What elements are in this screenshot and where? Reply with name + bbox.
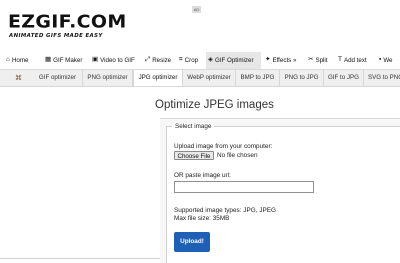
- tab-png-optimizer[interactable]: PNG optimizer: [83, 70, 133, 86]
- logo-text: EZGIF.COM: [8, 12, 127, 33]
- nav-label: GIF Maker: [53, 57, 83, 64]
- supported-types: Supported image types: JPG, JPEG: [174, 207, 276, 214]
- fieldset-legend: Select image: [172, 123, 215, 130]
- tab-gif-optimizer[interactable]: GIF optimizer: [33, 70, 83, 86]
- nav-label: GIF Optimizer: [215, 57, 254, 64]
- tab-bmp-to-jpg[interactable]: BMP to JPG: [236, 70, 280, 86]
- nav-webp[interactable]: ▪ We: [377, 52, 394, 69]
- nav-effects[interactable]: ✦ Effects »: [263, 52, 298, 69]
- webp-icon: ▪: [379, 56, 382, 64]
- image-url-input[interactable]: [174, 181, 314, 193]
- home-icon: ⌂: [6, 56, 10, 64]
- tab-jpg-optimizer[interactable]: JPG optimizer: [133, 70, 183, 86]
- nav-label: We: [383, 57, 393, 64]
- nav-add-text[interactable]: T Add text: [336, 52, 369, 69]
- choose-file-button[interactable]: Choose File: [174, 151, 214, 160]
- nav-label: Add text: [343, 57, 367, 64]
- split-icon: ✂: [308, 56, 314, 64]
- nav-label: Home: [11, 57, 29, 64]
- page-title: Optimize JPEG images: [155, 99, 274, 111]
- nav-resize[interactable]: ⤢ Resize: [143, 52, 173, 69]
- optimizer-home-icon[interactable]: ⌘: [15, 74, 22, 82]
- nav-gif-optimizer[interactable]: ◈ GIF Optimizer: [206, 52, 261, 69]
- divider: [0, 258, 160, 259]
- crop-icon: ⌗: [179, 56, 183, 64]
- video-icon: ▣: [92, 56, 99, 64]
- main-nav: ⌂ Home ▦ GIF Maker ▣ Video to GIF ⤢ Resi…: [0, 52, 400, 70]
- resize-icon: ⤢: [145, 56, 151, 64]
- ad-badge[interactable]: AD: [192, 6, 201, 13]
- file-status: No file chosen: [217, 152, 258, 159]
- tab-svg-to-png[interactable]: SVG to PNG: [364, 70, 400, 86]
- nav-label: Resize: [152, 57, 172, 64]
- sub-nav: ⌘ GIF optimizer PNG optimizer JPG optimi…: [0, 70, 400, 87]
- url-label: OR paste image url:: [174, 172, 231, 179]
- nav-home[interactable]: ⌂ Home: [4, 52, 30, 69]
- nav-video-to-gif[interactable]: ▣ Video to GIF: [90, 52, 137, 69]
- max-file-size: Max file size: 35MB: [174, 215, 230, 222]
- logo-tagline: ANIMATED GIFS MADE EASY: [9, 33, 103, 39]
- tab-png-to-jpg[interactable]: PNG to JPG: [280, 70, 324, 86]
- ezgif-logo[interactable]: EZGIF.COM ANIMATED GIFS MADE EASY: [8, 13, 126, 39]
- nav-label: Video to GIF: [100, 57, 135, 64]
- tab-gif-to-jpg[interactable]: GIF to JPG: [324, 70, 364, 86]
- nav-label: Split: [315, 57, 328, 64]
- effects-icon: ✦: [265, 56, 271, 64]
- nav-label: Crop: [184, 57, 199, 64]
- nav-gif-maker[interactable]: ▦ GIF Maker: [43, 52, 84, 69]
- upload-label: Upload image from your computer:: [174, 143, 273, 150]
- tab-webp-optimizer[interactable]: WebP optimizer: [183, 70, 236, 86]
- nav-crop[interactable]: ⌗ Crop: [177, 52, 200, 69]
- gif-maker-icon: ▦: [45, 56, 52, 64]
- add-text-icon: T: [338, 56, 342, 64]
- nav-label: Effects »: [272, 57, 297, 64]
- optimizer-icon: ◈: [208, 56, 213, 64]
- nav-split[interactable]: ✂ Split: [306, 52, 330, 69]
- upload-button[interactable]: Upload!: [174, 232, 210, 252]
